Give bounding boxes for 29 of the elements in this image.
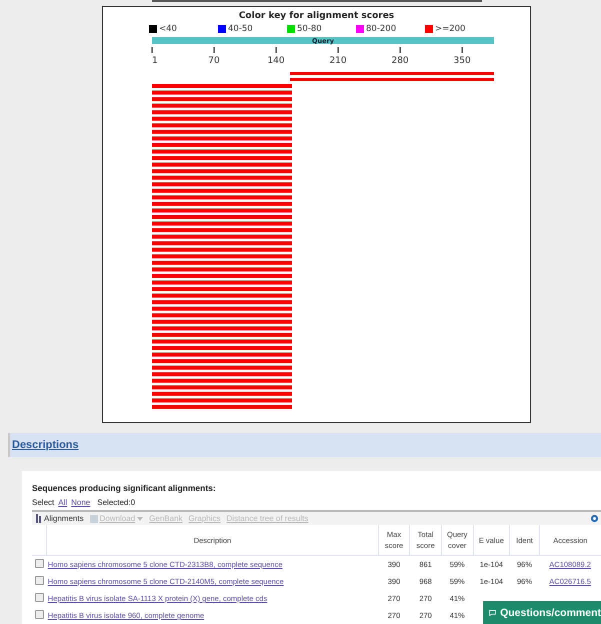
axis-label: 350 (454, 56, 471, 66)
axis-label: 280 (392, 56, 409, 66)
download-icon (90, 514, 98, 522)
selected-count: Selected:0 (97, 498, 136, 507)
settings-icon[interactable] (590, 514, 599, 523)
row-checkbox[interactable] (34, 593, 44, 602)
legend-label: 40-50 (228, 24, 253, 34)
select-all-link[interactable]: All (58, 498, 68, 507)
row-checkbox[interactable] (34, 559, 44, 568)
sort-icon (36, 514, 42, 523)
toolbar-item[interactable]: Alignments (36, 514, 84, 523)
select-label: Select (32, 498, 54, 507)
legend-label: <40 (159, 24, 177, 34)
legend-label: 80-200 (366, 24, 396, 34)
chat-icon (489, 608, 496, 618)
axis-label: 210 (329, 56, 347, 66)
chart-title: Color key for alignment scores (238, 11, 396, 21)
axis-label: 70 (208, 56, 220, 66)
legend-label: 50-80 (297, 24, 322, 34)
select-none-link[interactable]: None (71, 498, 90, 507)
descriptions-link[interactable]: Descriptions (12, 439, 79, 451)
caret-icon (137, 516, 144, 520)
row-checkbox[interactable] (34, 576, 44, 585)
axis-label: 140 (267, 56, 285, 66)
feedback-button[interactable]: Questions/comment (483, 601, 601, 624)
axis-label: 1 (152, 56, 158, 66)
results-heading: Sequences producing significant alignments: (32, 483, 217, 493)
legend-label: >=200 (435, 24, 466, 34)
row-checkbox[interactable] (34, 610, 44, 619)
